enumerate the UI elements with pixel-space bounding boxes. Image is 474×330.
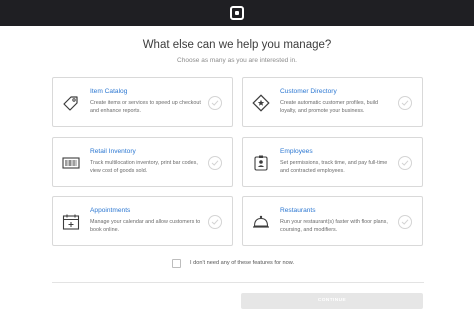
none-checkbox-label[interactable]: I don't need any of these features for n…	[190, 260, 294, 266]
card-description: Create items or services to speed up che…	[90, 100, 201, 114]
card-restaurants[interactable]: Restaurants Run your restaurant(s) faste…	[242, 196, 423, 246]
card-item-catalog[interactable]: Item Catalog Create items or services to…	[52, 77, 233, 127]
none-checkbox[interactable]	[172, 259, 181, 268]
card-title: Retail Inventory	[90, 148, 136, 155]
card-description: Manage your calendar and allow customers…	[90, 219, 201, 233]
star-badge-icon	[251, 93, 271, 113]
card-title: Item Catalog	[90, 88, 128, 95]
card-retail-inventory[interactable]: Retail Inventory Track multilocation inv…	[52, 137, 233, 187]
card-title: Employees	[280, 148, 313, 155]
card-customer-directory[interactable]: Customer Directory Create automatic cust…	[242, 77, 423, 127]
card-appointments[interactable]: Appointments Manage your calendar and al…	[52, 196, 233, 246]
card-title: Restaurants	[280, 207, 316, 214]
top-bar	[0, 0, 474, 26]
continue-button[interactable]: CONTINUE	[241, 293, 423, 309]
card-description: Run your restaurant(s) faster with floor…	[280, 219, 388, 233]
check-circle-icon[interactable]	[208, 156, 222, 170]
card-description: Set permissions, track time, and pay ful…	[280, 160, 388, 174]
card-title: Customer Directory	[280, 88, 337, 95]
tag-icon	[61, 93, 81, 113]
check-circle-icon[interactable]	[398, 156, 412, 170]
check-circle-icon[interactable]	[208, 96, 222, 110]
divider	[52, 282, 424, 283]
cloche-icon	[251, 212, 271, 232]
barcode-icon	[61, 153, 81, 173]
square-logo-icon[interactable]	[230, 6, 244, 20]
calendar-icon	[61, 212, 81, 232]
card-employees[interactable]: Employees Set permissions, track time, a…	[242, 137, 423, 187]
employee-badge-icon	[251, 153, 271, 173]
page-title: What else can we help you manage?	[142, 39, 332, 51]
card-description: Track multilocation inventory, print bar…	[90, 160, 198, 174]
card-description: Create automatic customer profiles, buil…	[280, 100, 378, 114]
page-subtitle: Choose as many as you are interested in.	[177, 57, 297, 64]
check-circle-icon[interactable]	[398, 215, 412, 229]
check-circle-icon[interactable]	[398, 96, 412, 110]
card-title: Appointments	[90, 207, 131, 214]
check-circle-icon[interactable]	[208, 215, 222, 229]
